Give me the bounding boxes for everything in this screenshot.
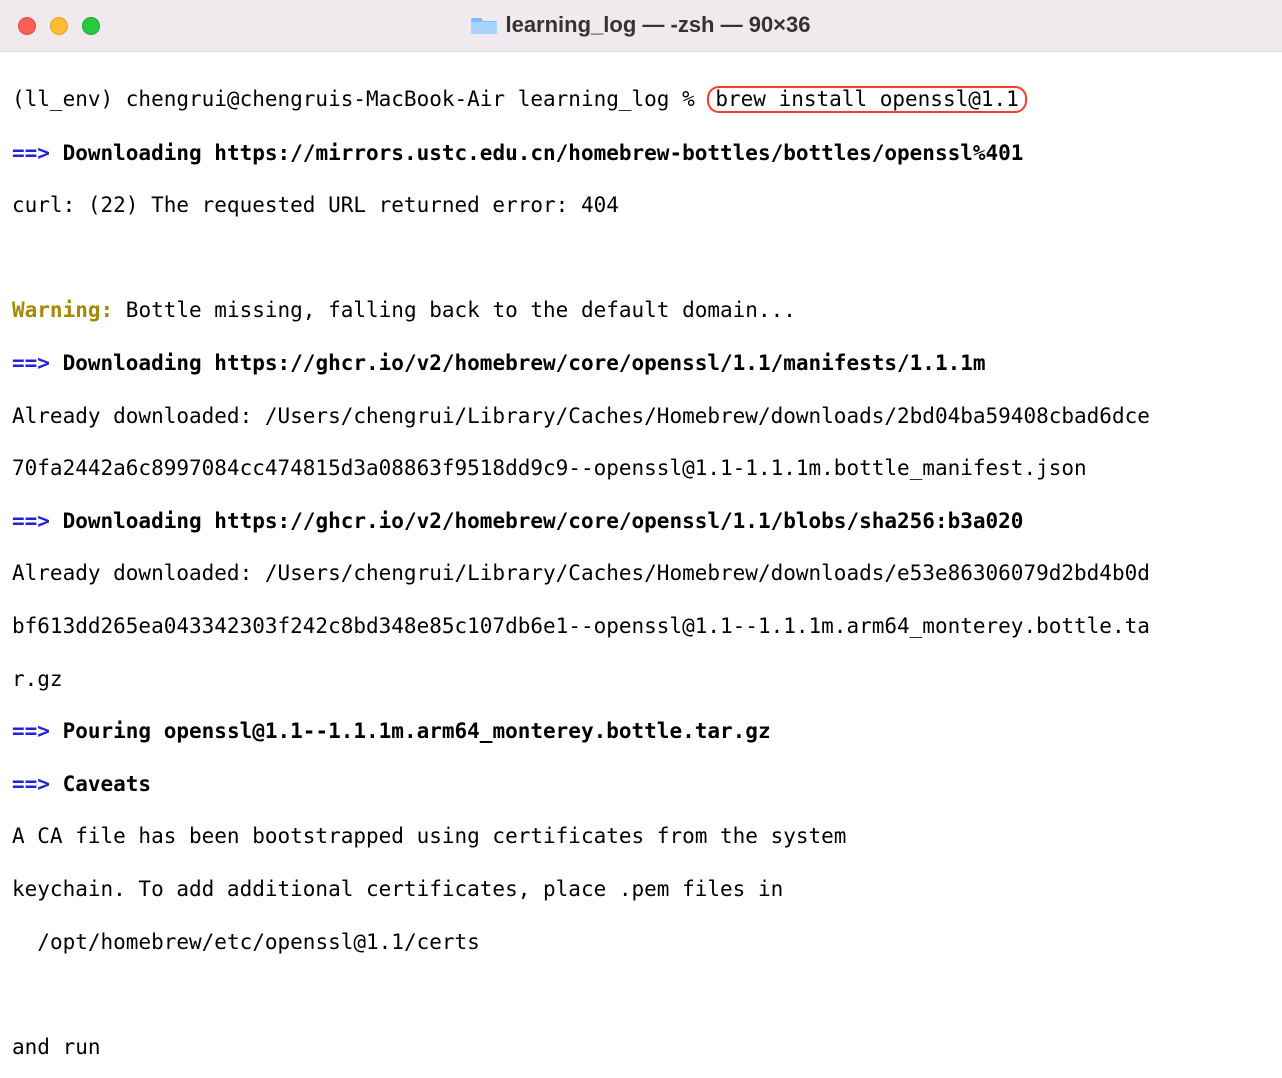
caveats-heading: Caveats — [63, 772, 152, 796]
output-line: A CA file has been bootstrapped using ce… — [12, 823, 1270, 849]
download-heading: Downloading https://ghcr.io/v2/homebrew/… — [63, 351, 986, 375]
traffic-lights — [18, 17, 100, 35]
terminal-area[interactable]: (ll_env) chengrui@chengruis-MacBook-Air … — [0, 52, 1282, 1078]
output-line: ==> Caveats — [12, 771, 1270, 797]
output-line: Already downloaded: /Users/chengrui/Libr… — [12, 560, 1270, 586]
window-title-text: learning_log — -zsh — 90×36 — [505, 12, 810, 38]
prompt-line: (ll_env) chengrui@chengruis-MacBook-Air … — [12, 86, 1270, 113]
command-highlight: brew install openssl@1.1 — [707, 86, 1026, 113]
output-line: Already downloaded: /Users/chengrui/Libr… — [12, 403, 1270, 429]
output-line: ==> Downloading https://ghcr.io/v2/homeb… — [12, 350, 1270, 376]
maximize-window-button[interactable] — [82, 17, 100, 35]
folder-icon — [471, 15, 497, 35]
arrow-icon: ==> — [12, 719, 63, 743]
window-title: learning_log — -zsh — 90×36 — [471, 12, 810, 38]
window-titlebar: learning_log — -zsh — 90×36 — [0, 0, 1282, 52]
output-line: ==> Downloading https://ghcr.io/v2/homeb… — [12, 508, 1270, 534]
download-heading: Downloading https://ghcr.io/v2/homebrew/… — [63, 509, 1024, 533]
output-line: curl: (22) The requested URL returned er… — [12, 192, 1270, 218]
blank-line — [12, 981, 1270, 1007]
output-line: 70fa2442a6c8997084cc474815d3a08863f9518d… — [12, 455, 1270, 481]
output-line: ==> Pouring openssl@1.1--1.1.1m.arm64_mo… — [12, 718, 1270, 744]
arrow-icon: ==> — [12, 351, 63, 375]
download-heading: Downloading https://mirrors.ustc.edu.cn/… — [63, 141, 1024, 165]
arrow-icon: ==> — [12, 141, 63, 165]
arrow-icon: ==> — [12, 772, 63, 796]
output-line: /opt/homebrew/etc/openssl@1.1/certs — [12, 929, 1270, 955]
prompt: (ll_env) chengrui@chengruis-MacBook-Air … — [12, 87, 707, 111]
output-line: keychain. To add additional certificates… — [12, 876, 1270, 902]
pouring-heading: Pouring openssl@1.1--1.1.1m.arm64_monter… — [63, 719, 771, 743]
blank-line — [12, 245, 1270, 271]
warning-text: Bottle missing, falling back to the defa… — [113, 298, 796, 322]
output-line: r.gz — [12, 666, 1270, 692]
output-line: ==> Downloading https://mirrors.ustc.edu… — [12, 140, 1270, 166]
arrow-icon: ==> — [12, 509, 63, 533]
warning-label: Warning: — [12, 298, 113, 322]
close-window-button[interactable] — [18, 17, 36, 35]
output-line: bf613dd265ea043342303f242c8bd348e85c107d… — [12, 613, 1270, 639]
output-line: and run — [12, 1034, 1270, 1060]
minimize-window-button[interactable] — [50, 17, 68, 35]
output-line: Warning: Bottle missing, falling back to… — [12, 297, 1270, 323]
